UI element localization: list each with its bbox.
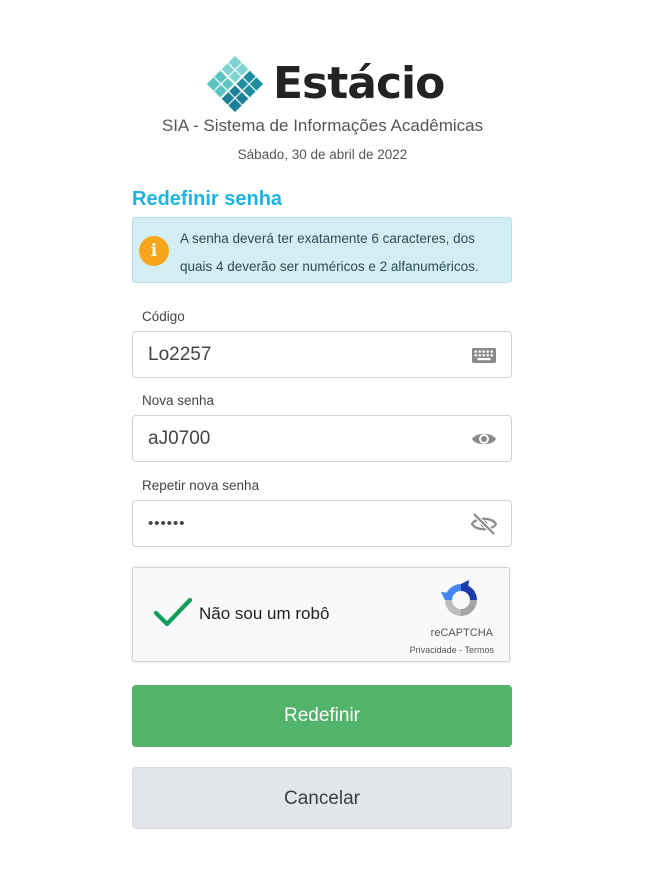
reset-button[interactable]: Redefinir — [132, 685, 512, 747]
cancel-button[interactable]: Cancelar — [132, 767, 512, 829]
terms-link[interactable]: Termos — [464, 645, 494, 655]
new-password-value: aJ0700 — [148, 428, 211, 449]
repeat-password-field-group: Repetir nova senha — [132, 478, 512, 498]
recaptcha-widget: Não sou um robô reCAPTCHA Privacidade - … — [132, 567, 510, 662]
keyboard-icon[interactable] — [471, 343, 497, 367]
code-label: Código — [142, 309, 185, 324]
eye-slash-icon[interactable] — [471, 512, 497, 536]
privacy-link[interactable]: Privacidade — [410, 645, 457, 655]
code-input[interactable]: Lo2257 — [132, 331, 512, 378]
alert-text: A senha deverá ter exatamente 6 caracter… — [180, 231, 479, 274]
password-rules-alert: i A senha deverá ter exatamente 6 caract… — [132, 217, 512, 283]
repeat-password-value: •••••• — [148, 515, 186, 532]
code-value: Lo2257 — [148, 344, 212, 365]
code-field-group: Código — [132, 309, 512, 329]
eye-icon[interactable] — [471, 427, 497, 451]
repeat-password-input[interactable]: •••••• — [132, 500, 512, 547]
password-reset-page: Estácio SIA - Sistema de Informações Aca… — [0, 0, 645, 888]
repeat-password-label: Repetir nova senha — [142, 478, 260, 493]
current-date: Sábado, 30 de abril de 2022 — [237, 147, 408, 162]
new-password-field-group: Nova senha — [132, 393, 512, 413]
system-name: SIA - Sistema de Informações Acadêmicas — [161, 116, 484, 135]
recaptcha-logo-icon — [441, 580, 477, 616]
recaptcha-brand: reCAPTCHA — [430, 627, 493, 639]
recaptcha-links: Privacidade - Termos — [410, 645, 494, 655]
new-password-label: Nova senha — [142, 393, 215, 408]
info-icon: i — [139, 236, 169, 266]
captcha-label: Não sou um robô — [199, 604, 330, 623]
page-title: Redefinir senha — [132, 188, 283, 210]
brand-name: Estácio — [273, 58, 445, 109]
estacio-logo: Estácio — [205, 54, 445, 114]
new-password-input[interactable]: aJ0700 — [132, 415, 512, 462]
checkmark-icon[interactable] — [153, 596, 193, 628]
estacio-diamond-icon — [207, 56, 263, 112]
